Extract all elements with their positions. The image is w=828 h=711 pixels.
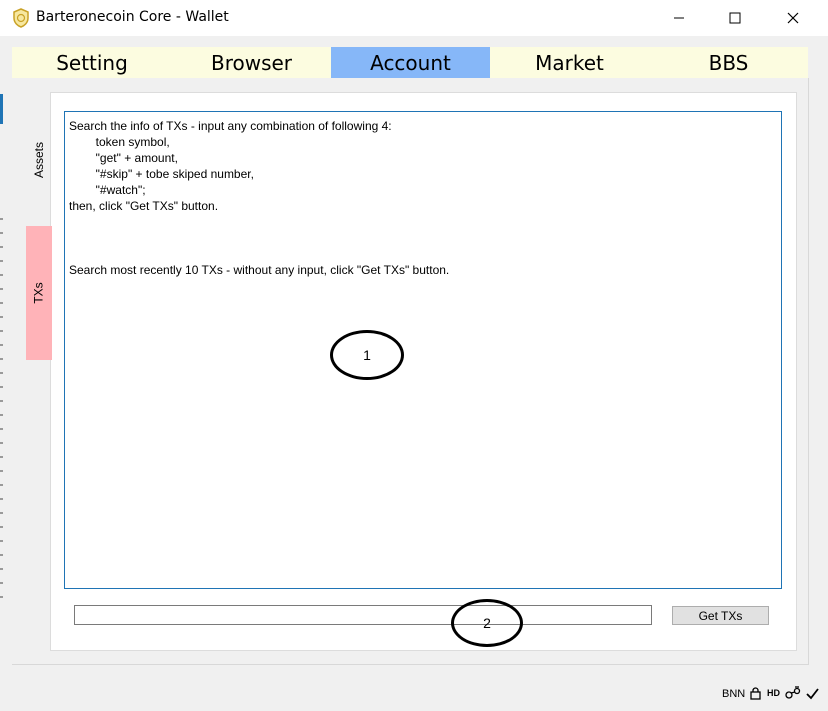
- tab-setting[interactable]: Setting: [12, 47, 172, 78]
- minimize-button[interactable]: [650, 0, 708, 36]
- tab-account[interactable]: Account: [331, 47, 490, 78]
- get-txs-button[interactable]: Get TXs: [672, 606, 769, 625]
- side-tab-assets[interactable]: Assets: [26, 120, 52, 200]
- tab-bbs[interactable]: BBS: [649, 47, 808, 78]
- maximize-button[interactable]: [706, 0, 764, 36]
- left-edge-strip: [0, 36, 12, 711]
- sync-check-icon: [806, 686, 819, 700]
- tab-market[interactable]: Market: [490, 47, 649, 78]
- side-tab-assets-label: Assets: [32, 141, 47, 179]
- tx-results-textarea[interactable]: Search the info of TXs - input any combi…: [64, 111, 782, 589]
- lock-icon: [750, 686, 761, 700]
- status-bar: [0, 680, 828, 711]
- main-tab-bar: Setting Browser Account Market BBS: [12, 47, 808, 78]
- close-button[interactable]: [764, 0, 822, 36]
- shield-coin-icon: [12, 8, 30, 28]
- title-bar: Barteronecoin Core - Wallet: [0, 0, 828, 36]
- minimize-icon: [674, 17, 684, 19]
- network-icon: [785, 686, 801, 700]
- annotation-circle-2: 2: [451, 599, 523, 647]
- close-icon: [787, 12, 799, 24]
- side-tab-txs-label: TXs: [32, 282, 46, 304]
- maximize-icon: [729, 12, 741, 24]
- unit-label[interactable]: BNN: [722, 688, 745, 700]
- tx-search-input[interactable]: [74, 605, 652, 625]
- hd-icon: HD: [767, 688, 780, 698]
- side-tab-txs[interactable]: TXs: [26, 226, 52, 360]
- tab-browser[interactable]: Browser: [172, 47, 331, 78]
- annotation-circle-1: 1: [330, 330, 404, 380]
- window-title: Barteronecoin Core - Wallet: [36, 9, 229, 25]
